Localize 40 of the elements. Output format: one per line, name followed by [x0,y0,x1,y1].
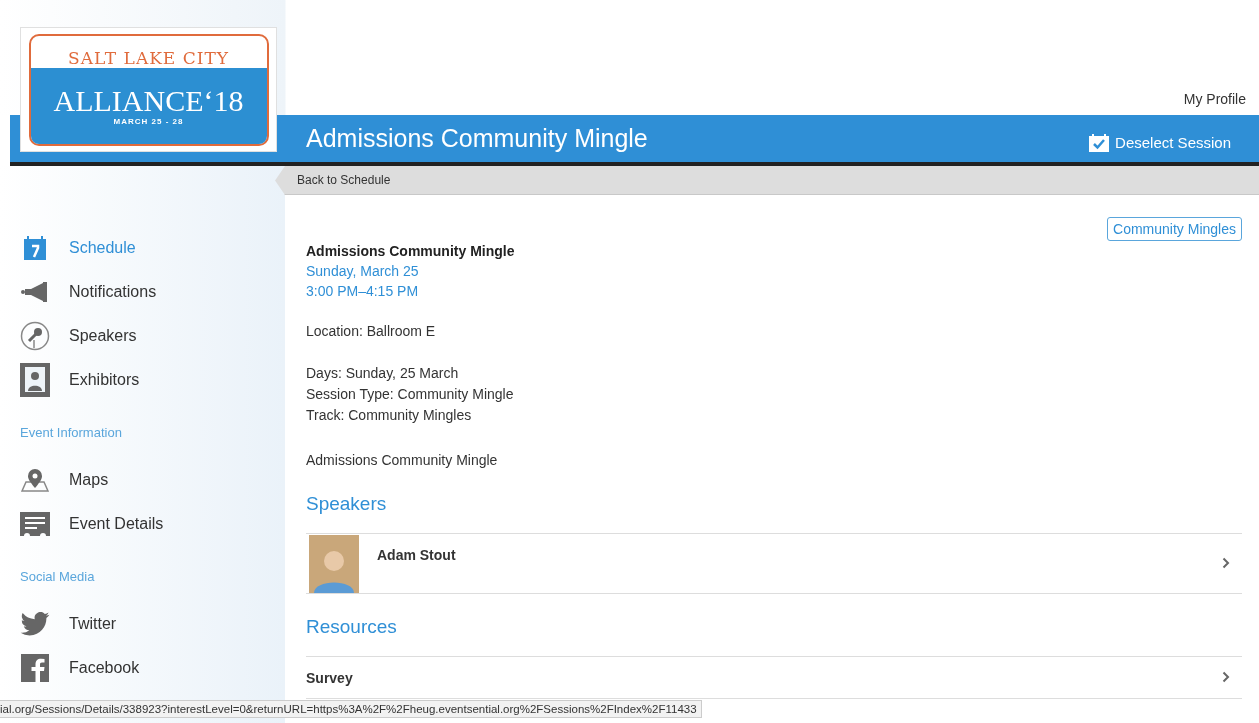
chevron-right-icon [1222,670,1230,683]
map-pin-icon [21,468,49,492]
megaphone-icon [21,282,49,302]
session-detail: Session Type: Community Mingle [306,385,515,404]
bird-icon [20,612,50,636]
speaker-row[interactable]: Adam Stout [306,533,1242,594]
session-date: Sunday, March 25 [306,262,420,281]
sidebar-item[interactable]: Speakers [20,314,285,358]
session-detail: Days: Sunday, 25 March [306,364,460,383]
sidebar-item[interactable]: Twitter [20,602,285,646]
speakers-heading: Speakers [306,493,388,515]
chevron-right-icon [1222,557,1230,569]
sidebar-item[interactable]: Maps [20,458,285,502]
logo-name-text: ALLIANCE‘18 [53,85,244,117]
sidebar-item[interactable]: Exhibitors [20,358,285,402]
logo-city-text: SALT LAKE CITY [67,46,230,68]
session-title: Admissions Community Mingle [306,242,516,261]
page-title: Admissions Community Mingle [306,124,649,153]
session-detail: Track: Community Mingles [306,406,473,425]
session-description: Admissions Community Mingle [306,451,499,470]
logo-dates-text: MARCH 25 - 28 [113,117,184,126]
back-to-schedule-link[interactable]: Back to Schedule [275,166,391,194]
facebook-icon [21,654,49,682]
status-bar-url: ial.org/Sessions/Details/338923?interestLevel=0&returnURL=https%3A%2F%2Fheug.eventsential.org%2FSessions%2FIndex%2F11433 [0,700,702,718]
sidebar-section-heading: Event Information [20,423,123,442]
session-time: 3:00 PM–4:15 PM [306,282,420,301]
sidebar-section-heading: Social Media [20,567,96,586]
resources-heading: Resources [306,616,398,638]
sidebar-item[interactable]: Event Details [20,502,285,546]
my-profile-link[interactable]: My Profile [1183,91,1246,115]
calendar-icon [24,236,46,260]
sidebar-item[interactable]: Facebook [20,646,285,690]
photo-placeholder [309,535,359,593]
ticket-icon [20,512,50,536]
resource-row[interactable]: Survey [306,656,1242,699]
sidebar-item[interactable]: Notifications [20,270,285,314]
microphone-icon [20,321,50,351]
session-location: Location: Ballroom E [306,322,437,341]
track-tag[interactable]: Community Mingles [1107,217,1242,241]
booth-icon [20,363,50,397]
